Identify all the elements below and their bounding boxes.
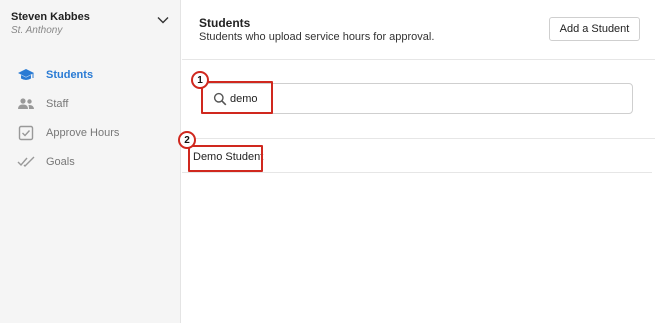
divider — [182, 59, 655, 60]
search-box[interactable] — [201, 83, 633, 114]
student-name: Demo Student — [193, 151, 264, 163]
sidebar-nav: Students Staff Approve Hours Goals — [0, 60, 181, 176]
sidebar-item-label: Staff — [46, 97, 69, 110]
page-title: Students — [199, 16, 251, 30]
sidebar-item-goals[interactable]: Goals — [0, 147, 181, 176]
add-student-button[interactable]: Add a Student — [549, 17, 640, 41]
checkbox-icon — [17, 125, 35, 141]
page-subtitle: Students who upload service hours for ap… — [199, 31, 435, 43]
annotation-badge-1: 1 — [191, 71, 209, 89]
user-menu[interactable]: Steven Kabbes St. Anthony — [11, 11, 171, 37]
user-org: St. Anthony — [11, 25, 63, 36]
chevron-down-icon[interactable] — [157, 16, 169, 24]
search-icon — [213, 92, 227, 106]
main-content: Students Students who upload service hou… — [182, 0, 655, 323]
sidebar-item-label: Students — [46, 68, 94, 81]
list-item[interactable]: Demo Student — [182, 139, 652, 172]
divider — [182, 172, 652, 173]
annotation-badge-2: 2 — [178, 131, 196, 149]
search-input[interactable] — [230, 90, 610, 108]
users-icon — [17, 96, 35, 112]
sidebar-item-staff[interactable]: Staff — [0, 89, 181, 118]
double-check-icon — [17, 154, 35, 170]
sidebar-item-approve-hours[interactable]: Approve Hours — [0, 118, 181, 147]
graduation-cap-icon — [17, 67, 35, 83]
sidebar-item-label: Approve Hours — [46, 126, 120, 139]
sidebar-item-students[interactable]: Students — [0, 60, 181, 89]
sidebar-item-label: Goals — [46, 155, 75, 168]
user-name: Steven Kabbes — [11, 11, 90, 23]
sidebar: Steven Kabbes St. Anthony Students Staff… — [0, 0, 181, 323]
